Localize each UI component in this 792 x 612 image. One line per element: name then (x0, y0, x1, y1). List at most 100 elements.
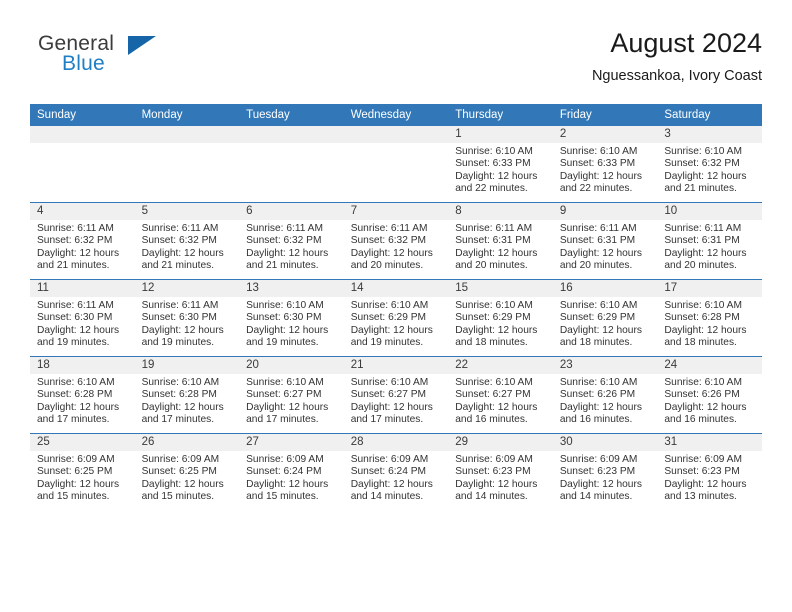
sunset-text: Sunset: 6:27 PM (455, 389, 531, 401)
daylight-text: and 20 minutes. (350, 260, 424, 272)
day-sun-info: Sunrise: 6:11 AM Sunset: 6:32 PM Daylight:… (239, 220, 344, 273)
daylight-text: Daylight: 12 hours (455, 170, 538, 182)
calendar-day-cell[interactable]: 22 Sunrise: 6:10 AM Sunset: 6:27 PM Dayligh… (448, 356, 553, 434)
day-number: 6 (239, 203, 344, 220)
calendar-day-cell[interactable]: 31 Sunrise: 6:09 AM Sunset: 6:23 PM Dayligh… (657, 433, 762, 510)
calendar-day-cell[interactable]: 6 Sunrise: 6:11 AM Sunset: 6:32 PM Daylight… (239, 202, 344, 280)
sunset-text: Sunset: 6:23 PM (559, 466, 636, 478)
day-number: 7 (343, 203, 449, 220)
daylight-text: Daylight: 12 hours (455, 401, 538, 413)
calendar-day-cell[interactable]: 1 Sunrise: 6:10 AM Sunset: 6:33 PM Daylight… (448, 126, 553, 203)
brand-logo[interactable]: General Blue (30, 32, 230, 86)
day-sun-info: Sunrise: 6:10 AM Sunset: 6:30 PM Daylight:… (239, 297, 344, 350)
day-number: 25 (30, 434, 135, 451)
daylight-text: and 20 minutes. (559, 260, 633, 272)
day-sun-info: Sunrise: 6:10 AM Sunset: 6:32 PM Daylight:… (657, 143, 762, 196)
daylight-text: and 18 minutes. (455, 337, 528, 349)
weekday-row: Sunday Monday Tuesday Wednesday Thursday Frid… (30, 104, 762, 126)
day-number: 8 (448, 203, 553, 220)
daylight-text: Daylight: 12 hours (664, 478, 747, 490)
calendar-day-cell[interactable]: 17 Sunrise: 6:10 AM Sunset: 6:28 PM Dayligh… (657, 279, 762, 357)
daylight-text: and 19 minutes. (350, 337, 424, 349)
calendar-day-cell[interactable]: 24 Sunrise: 6:10 AM Sunset: 6:26 PM Dayligh… (657, 356, 762, 434)
sunrise-text: Sunrise: 6:10 AM (664, 300, 742, 311)
daylight-text: and 15 minutes. (141, 491, 215, 503)
day-number: 14 (343, 280, 449, 297)
calendar-day-cell[interactable]: 20 Sunrise: 6:10 AM Sunset: 6:27 PM Dayligh… (239, 356, 344, 434)
calendar-day-cell[interactable]: 29 Sunrise: 6:09 AM Sunset: 6:23 PM Dayligh… (448, 433, 553, 510)
sunset-text: Sunset: 6:29 PM (455, 312, 531, 324)
calendar-day-cell[interactable]: 27 Sunrise: 6:09 AM Sunset: 6:24 PM Dayligh… (239, 433, 344, 510)
daylight-text: and 13 minutes. (664, 491, 737, 503)
sunset-text: Sunset: 6:25 PM (141, 466, 217, 478)
calendar-day-cell[interactable]: 8 Sunrise: 6:11 AM Sunset: 6:31 PM Daylight… (448, 202, 553, 280)
calendar-day-cell[interactable]: 16 Sunrise: 6:10 AM Sunset: 6:29 PM Dayligh… (552, 279, 658, 357)
sunset-text: Sunset: 6:29 PM (559, 312, 636, 324)
calendar-day-cell[interactable]: 15 Sunrise: 6:10 AM Sunset: 6:29 PM Dayligh… (448, 279, 553, 357)
calendar-day-cell[interactable]: 9 Sunrise: 6:11 AM Sunset: 6:31 PM Daylight… (552, 202, 658, 280)
weekday-header-sunday: Sunday (30, 104, 135, 126)
daylight-text: and 18 minutes. (664, 337, 737, 349)
day-number (134, 126, 240, 143)
sunset-text: Sunset: 6:31 PM (664, 235, 740, 247)
daylight-text: Daylight: 12 hours (664, 401, 747, 413)
calendar-day-cell[interactable]: 14 Sunrise: 6:10 AM Sunset: 6:29 PM Dayligh… (343, 279, 449, 357)
sunset-text: Sunset: 6:32 PM (664, 158, 740, 170)
calendar-day-cell[interactable]: 21 Sunrise: 6:10 AM Sunset: 6:27 PM Dayligh… (343, 356, 449, 434)
daylight-text: and 22 minutes. (559, 183, 633, 195)
sunrise-text: Sunrise: 6:10 AM (559, 146, 638, 157)
calendar-day-cell[interactable]: 4 Sunrise: 6:11 AM Sunset: 6:32 PM Daylight… (30, 202, 135, 280)
calendar-day-cell[interactable]: 28 Sunrise: 6:09 AM Sunset: 6:24 PM Dayligh… (343, 433, 449, 510)
daylight-text: Daylight: 12 hours (664, 247, 747, 259)
calendar-day-cell[interactable]: 23 Sunrise: 6:10 AM Sunset: 6:26 PM Dayligh… (552, 356, 658, 434)
calendar-day-cell[interactable]: 2 Sunrise: 6:10 AM Sunset: 6:33 PM Daylight… (552, 126, 658, 203)
calendar-day-cell[interactable]: 25 Sunrise: 6:09 AM Sunset: 6:25 PM Dayligh… (30, 433, 135, 510)
daylight-text: and 21 minutes. (664, 183, 737, 195)
sunrise-text: Sunrise: 6:10 AM (559, 300, 638, 311)
sunrise-text: Sunrise: 6:11 AM (37, 223, 114, 234)
calendar-day-cell[interactable]: 13 Sunrise: 6:10 AM Sunset: 6:30 PM Dayligh… (239, 279, 344, 357)
calendar-day-cell[interactable]: 19 Sunrise: 6:10 AM Sunset: 6:28 PM Dayligh… (134, 356, 240, 434)
day-number: 12 (134, 280, 240, 297)
daylight-text: and 21 minutes. (37, 260, 110, 272)
page-header: General Blue August 2024 Nguessankoa, Iv… (30, 26, 762, 96)
calendar-day-cell[interactable]: 10 Sunrise: 6:11 AM Sunset: 6:31 PM Dayligh… (657, 202, 762, 280)
daylight-text: Daylight: 12 hours (141, 324, 224, 336)
calendar-day-cell[interactable]: 30 Sunrise: 6:09 AM Sunset: 6:23 PM Dayligh… (552, 433, 658, 510)
day-sun-info: Sunrise: 6:10 AM Sunset: 6:33 PM Daylight:… (448, 143, 553, 196)
sunset-text: Sunset: 6:24 PM (350, 466, 427, 478)
daylight-text: Daylight: 12 hours (350, 478, 433, 490)
daylight-text: Daylight: 12 hours (559, 478, 642, 490)
sunset-text: Sunset: 6:26 PM (559, 389, 636, 401)
sunset-text: Sunset: 6:25 PM (37, 466, 113, 478)
calendar-day-cell[interactable]: 5 Sunrise: 6:11 AM Sunset: 6:32 PM Daylight… (134, 202, 240, 280)
calendar-day-cell[interactable]: 26 Sunrise: 6:09 AM Sunset: 6:25 PM Dayligh… (134, 433, 240, 510)
calendar-day-cell[interactable]: 7 Sunrise: 6:11 AM Sunset: 6:32 PM Daylight… (343, 202, 449, 280)
calendar-day-cell[interactable]: 12 Sunrise: 6:11 AM Sunset: 6:30 PM Dayligh… (134, 279, 240, 357)
calendar-week-row: 4 Sunrise: 6:11 AM Sunset: 6:32 PM Daylight… (30, 202, 762, 280)
sunrise-text: Sunrise: 6:09 AM (664, 454, 742, 465)
daylight-text: Daylight: 12 hours (664, 324, 747, 336)
daylight-text: and 16 minutes. (664, 414, 737, 426)
day-number: 10 (657, 203, 762, 220)
daylight-text: Daylight: 12 hours (37, 324, 120, 336)
daylight-text: Daylight: 12 hours (455, 247, 538, 259)
day-number (343, 126, 449, 143)
day-number: 29 (448, 434, 553, 451)
calendar-day-cell[interactable]: 3 Sunrise: 6:10 AM Sunset: 6:32 PM Daylight… (657, 126, 762, 203)
sunset-text: Sunset: 6:30 PM (246, 312, 322, 324)
day-number: 22 (448, 357, 553, 374)
weekday-header-monday: Monday (134, 104, 240, 126)
sunset-text: Sunset: 6:30 PM (141, 312, 217, 324)
daylight-text: and 19 minutes. (141, 337, 215, 349)
day-sun-info: Sunrise: 6:09 AM Sunset: 6:24 PM Daylight:… (239, 451, 344, 504)
calendar-day-cell[interactable]: 11 Sunrise: 6:11 AM Sunset: 6:30 PM Dayligh… (30, 279, 135, 357)
day-sun-info: Sunrise: 6:09 AM Sunset: 6:23 PM Daylight:… (448, 451, 553, 504)
daylight-text: Daylight: 12 hours (455, 478, 538, 490)
title-block: August 2024 Nguessankoa, Ivory Coast (592, 26, 762, 87)
sunrise-text: Sunrise: 6:10 AM (246, 300, 324, 311)
day-number: 3 (657, 126, 762, 143)
day-sun-info: Sunrise: 6:10 AM Sunset: 6:26 PM Daylight:… (657, 374, 762, 427)
calendar-week-row: 11 Sunrise: 6:11 AM Sunset: 6:30 PM Dayligh… (30, 279, 762, 357)
calendar-day-cell[interactable]: 18 Sunrise: 6:10 AM Sunset: 6:28 PM Dayligh… (30, 356, 135, 434)
